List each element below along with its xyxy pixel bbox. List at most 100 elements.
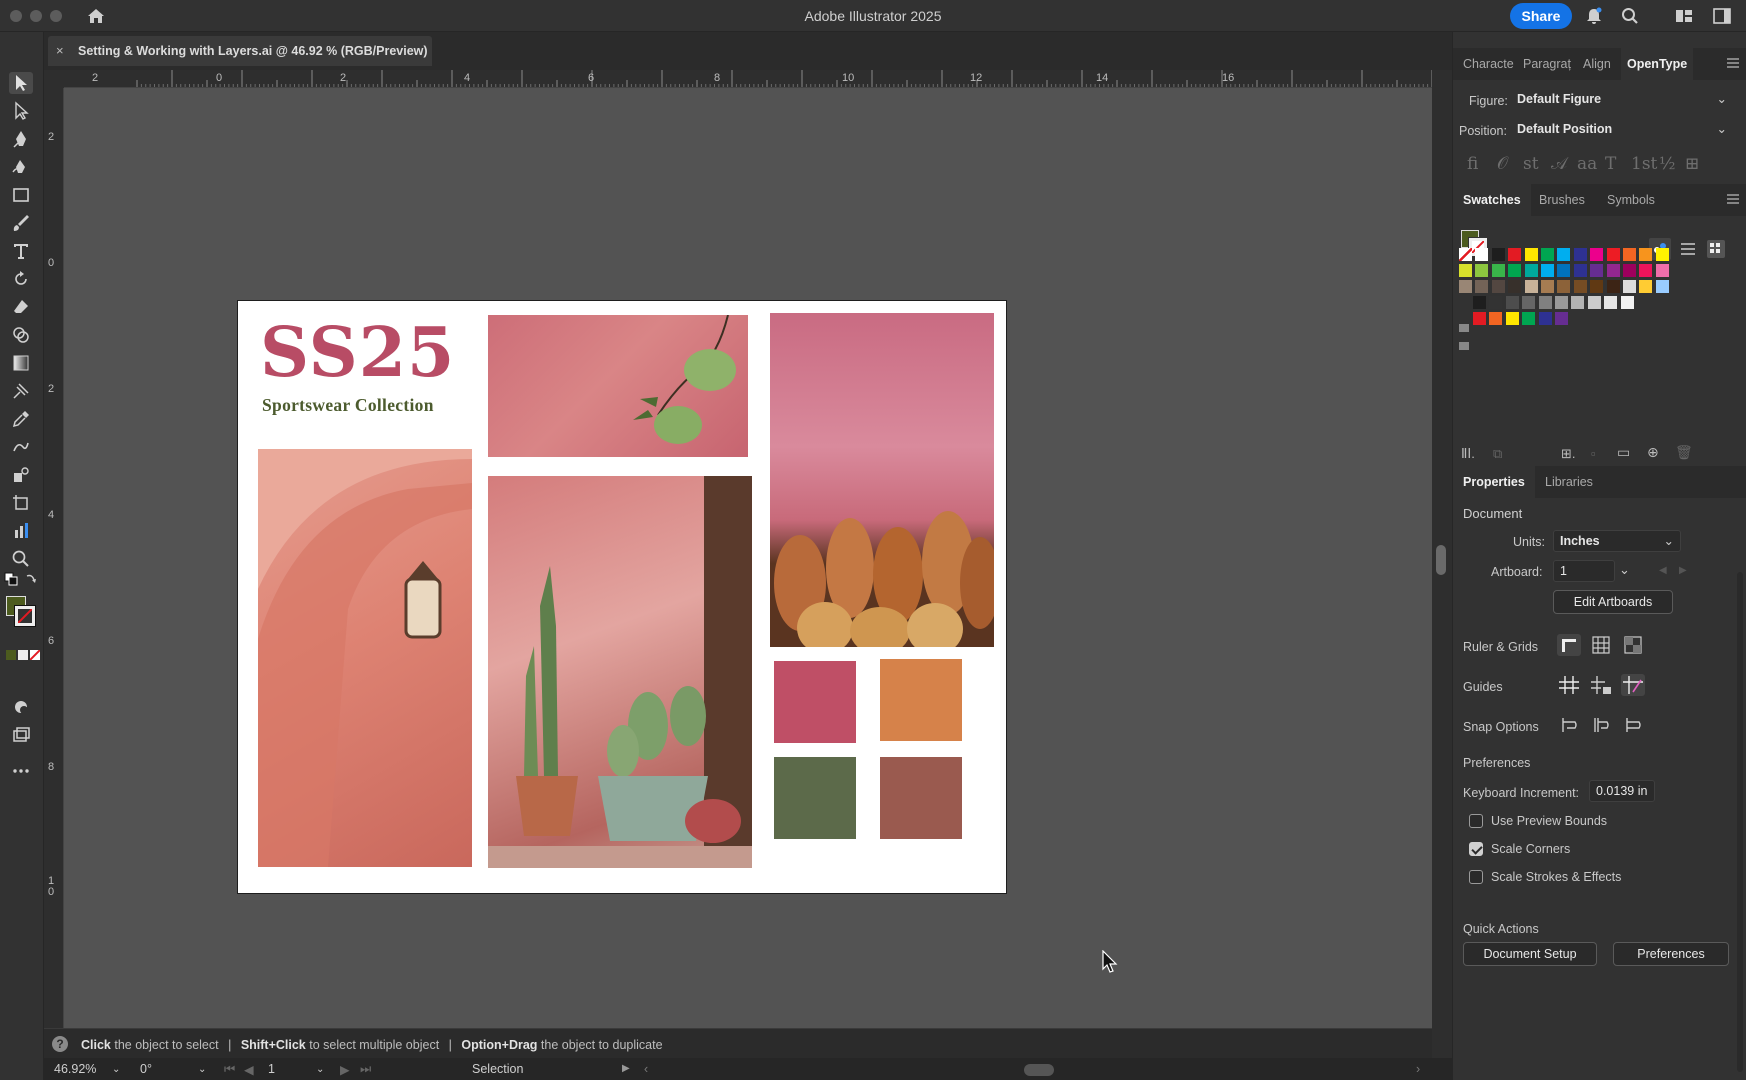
swatch-chip[interactable]: [1573, 264, 1587, 277]
scale-strokes-effects-checkbox[interactable]: [1469, 870, 1483, 884]
mesh-tool[interactable]: [9, 380, 33, 402]
none-swatch[interactable]: [1459, 248, 1472, 261]
tab-paragraph[interactable]: Paragraț: [1523, 57, 1571, 71]
tab-brushes[interactable]: Brushes: [1539, 193, 1585, 207]
panel-layout-icon[interactable]: [1712, 6, 1732, 26]
swatch-chip[interactable]: [1623, 248, 1636, 261]
ruler-origin[interactable]: [44, 70, 64, 88]
swatch-chip[interactable]: [1604, 296, 1618, 309]
new-color-group-icon[interactable]: ▭: [1617, 444, 1630, 461]
swatch-chip[interactable]: [1573, 280, 1587, 293]
tab-opentype[interactable]: OpenType: [1621, 48, 1694, 80]
discretionary-ligatures-icon[interactable]: st: [1523, 154, 1539, 174]
palette-swatch-brick[interactable]: [880, 757, 962, 839]
show-guides-icon[interactable]: [1557, 674, 1581, 696]
swatch-chip[interactable]: [1459, 280, 1472, 293]
swatch-chip[interactable]: [1573, 248, 1587, 261]
show-kinds-icon[interactable]: ⧉: [1493, 446, 1502, 462]
swatch-chip[interactable]: [1522, 296, 1536, 309]
close-tab-icon[interactable]: ×: [56, 43, 64, 58]
swatch-chip[interactable]: [1475, 264, 1489, 277]
lock-guides-icon[interactable]: [1589, 674, 1613, 696]
search-icon[interactable]: [1620, 6, 1640, 26]
swatch-chip[interactable]: [1491, 248, 1505, 261]
swatch-chip[interactable]: [1508, 280, 1522, 293]
palette-swatch-orange[interactable]: [880, 659, 962, 741]
blend-tool[interactable]: [9, 436, 33, 458]
swatch-chip[interactable]: [1655, 248, 1669, 261]
properties-scrollbar[interactable]: [1737, 572, 1743, 1072]
artboard-dropdown-chevron-icon[interactable]: ⌄: [316, 1064, 324, 1075]
workspace-switcher-icon[interactable]: [1674, 6, 1694, 26]
default-colors-button[interactable]: [4, 572, 18, 586]
swatch-chip[interactable]: [1489, 312, 1503, 325]
swatch-chip[interactable]: [1639, 248, 1653, 261]
swatch-chip[interactable]: [1524, 280, 1538, 293]
swap-colors-button[interactable]: [24, 572, 38, 586]
show-rulers-icon[interactable]: [1557, 634, 1581, 656]
swash-icon[interactable]: 𝒜: [1551, 154, 1567, 174]
artboard-number-field[interactable]: 1: [268, 1062, 275, 1076]
palette-swatch-olive[interactable]: [774, 757, 856, 839]
swatch-chip[interactable]: [1475, 248, 1489, 261]
tab-swatches[interactable]: Swatches: [1453, 184, 1531, 216]
color-mode-button[interactable]: [6, 650, 16, 660]
eraser-tool[interactable]: [9, 296, 33, 318]
direct-selection-tool[interactable]: [9, 100, 33, 122]
eyedropper-tool[interactable]: [9, 408, 33, 430]
gradient-tool[interactable]: [9, 352, 33, 374]
swatch-chip[interactable]: [1541, 264, 1554, 277]
tab-align[interactable]: Align: [1583, 57, 1611, 71]
snap-to-glyph-icon[interactable]: [1621, 714, 1645, 736]
next-artboard-icon[interactable]: ▶: [1679, 565, 1687, 576]
minimize-window-button[interactable]: [30, 10, 42, 22]
swatch-chip[interactable]: [1541, 280, 1554, 293]
grid-view-icon[interactable]: [1707, 240, 1725, 258]
ordinals-icon[interactable]: 1st: [1631, 154, 1657, 174]
scroll-left-icon[interactable]: ‹: [644, 1062, 648, 1076]
share-button[interactable]: Share: [1510, 3, 1572, 29]
first-artboard-icon[interactable]: ⏮: [224, 1062, 235, 1077]
contextual-alternates-icon[interactable]: 𝒪: [1497, 154, 1508, 174]
swatch-options-icon[interactable]: ⊞.: [1561, 446, 1576, 462]
previous-artboard-icon[interactable]: ◀: [244, 1062, 254, 1077]
stylistic-alternates-icon[interactable]: aa: [1577, 154, 1597, 174]
swatch-chip[interactable]: [1505, 312, 1519, 325]
rotate-tool[interactable]: [9, 268, 33, 290]
snap-to-pixel-icon[interactable]: [1589, 714, 1613, 736]
swatch-chip[interactable]: [1555, 312, 1568, 325]
last-artboard-icon[interactable]: ⏭: [360, 1062, 371, 1077]
swatch-chip[interactable]: [1459, 264, 1472, 277]
gradient-mode-button[interactable]: [18, 650, 28, 660]
figure-dropdown[interactable]: Default Figure ⌄: [1511, 89, 1733, 111]
edit-toolbar-button[interactable]: [9, 760, 33, 782]
swatch-chip[interactable]: [1505, 296, 1519, 309]
tab-symbols[interactable]: Symbols: [1607, 193, 1655, 207]
swatch-chip[interactable]: [1639, 280, 1653, 293]
next-artboard-icon[interactable]: ▶: [340, 1062, 350, 1077]
zoom-window-button[interactable]: [50, 10, 62, 22]
vertical-scroll-thumb[interactable]: [1436, 545, 1446, 575]
tab-character[interactable]: Characte: [1463, 57, 1514, 71]
close-window-button[interactable]: [10, 10, 22, 22]
chevron-down-icon[interactable]: ⌄: [1619, 562, 1630, 578]
position-dropdown[interactable]: Default Position ⌄: [1511, 119, 1733, 141]
photo-pink-wall-limes[interactable]: [488, 314, 748, 457]
standard-ligatures-icon[interactable]: ﬁ: [1467, 154, 1478, 174]
bell-icon[interactable]: [1584, 6, 1604, 26]
swatch-chip[interactable]: [1623, 264, 1636, 277]
symbol-sprayer-tool[interactable]: [9, 464, 33, 486]
swatch-chip[interactable]: [1606, 264, 1620, 277]
panel-menu-icon[interactable]: [1727, 58, 1739, 68]
swatch-chip[interactable]: [1508, 248, 1522, 261]
units-dropdown[interactable]: Inches ⌄: [1553, 530, 1681, 552]
document-tab[interactable]: × Setting & Working with Layers.ai @ 46.…: [48, 36, 432, 66]
swatch-library-menu-icon[interactable]: ⅡⅠ.: [1461, 446, 1475, 462]
rectangle-tool[interactable]: [9, 184, 33, 206]
status-menu-arrow-icon[interactable]: ▶: [622, 1063, 630, 1074]
tab-properties[interactable]: Properties: [1453, 466, 1535, 498]
swatch-chip[interactable]: [1587, 296, 1601, 309]
list-view-icon[interactable]: [1679, 240, 1697, 258]
zoom-tool[interactable]: [9, 548, 33, 570]
rotation-dropdown-chevron-icon[interactable]: ⌄: [198, 1064, 206, 1075]
